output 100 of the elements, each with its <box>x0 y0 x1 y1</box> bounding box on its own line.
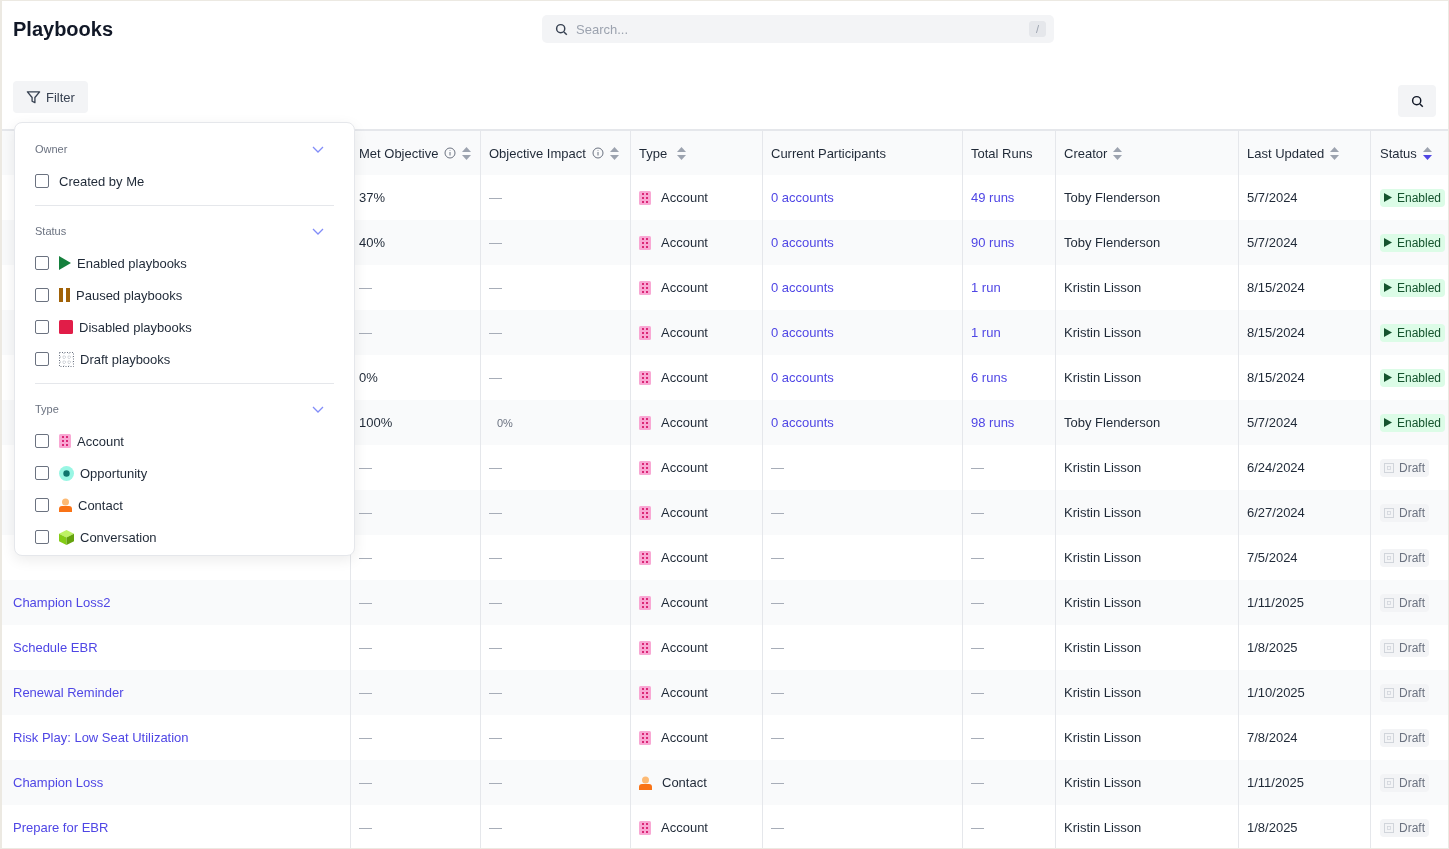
chevron-down-icon[interactable] <box>312 227 324 235</box>
status-badge: Enabled <box>1380 368 1446 387</box>
checkbox[interactable] <box>35 498 49 512</box>
participants-link[interactable]: 0 accounts <box>771 325 834 340</box>
playbook-link[interactable]: Risk Play: Low Seat Utilization <box>13 730 189 745</box>
empty-dash: — <box>359 550 372 565</box>
empty-dash: — <box>489 640 502 655</box>
empty-dash: — <box>489 550 502 565</box>
status-badge: Enabled <box>1380 188 1446 207</box>
status-badge: Draft <box>1380 818 1429 837</box>
participants-link[interactable]: 0 accounts <box>771 280 834 295</box>
participants-link[interactable]: 0 accounts <box>771 235 834 250</box>
updated-date: 5/7/2024 <box>1247 415 1298 430</box>
column-header: Status <box>1380 145 1417 161</box>
checkbox[interactable] <box>35 466 49 480</box>
met-objective-value: 40% <box>359 235 386 250</box>
type-label: Account <box>661 505 708 520</box>
creator-name: Kristin Lisson <box>1064 595 1142 610</box>
empty-dash: — <box>489 685 502 700</box>
met-objective-value: 100% <box>359 415 393 430</box>
playbook-link[interactable]: Renewal Reminder <box>13 685 124 700</box>
building-icon <box>639 370 651 385</box>
option-label: Disabled playbooks <box>79 319 192 335</box>
playbook-link[interactable]: Schedule EBR <box>13 640 98 655</box>
building-icon <box>639 820 651 835</box>
sort-descending-icon[interactable] <box>1422 146 1432 160</box>
building-icon <box>639 460 651 475</box>
search-button[interactable] <box>1398 85 1436 117</box>
option-label: Paused playbooks <box>76 287 183 303</box>
checkbox[interactable] <box>35 320 49 334</box>
status-badge: Draft <box>1380 593 1429 612</box>
empty-dash: — <box>971 820 984 835</box>
empty-dash: — <box>771 730 784 745</box>
option-label: Account <box>77 433 124 449</box>
building-icon <box>639 280 651 295</box>
runs-link[interactable]: 49 runs <box>971 190 1015 205</box>
participants-link[interactable]: 0 accounts <box>771 190 834 205</box>
creator-name: Toby Flenderson <box>1064 235 1161 250</box>
empty-dash: — <box>771 640 784 655</box>
type-label: Account <box>661 460 708 475</box>
updated-date: 1/10/2025 <box>1247 685 1305 700</box>
runs-link[interactable]: 6 runs <box>971 370 1008 385</box>
empty-dash: — <box>971 685 984 700</box>
type-label: Account <box>661 280 708 295</box>
checkbox[interactable] <box>35 530 49 544</box>
chevron-down-icon[interactable] <box>312 405 324 413</box>
stop-icon <box>59 320 73 334</box>
empty-dash: — <box>489 820 502 835</box>
participants-link[interactable]: 0 accounts <box>771 415 834 430</box>
playbook-link[interactable]: Prepare for EBR <box>13 820 109 835</box>
filter-button[interactable]: Filter <box>13 81 88 113</box>
empty-dash: — <box>771 460 784 475</box>
updated-date: 8/15/2024 <box>1247 370 1305 385</box>
search-icon <box>1410 94 1424 108</box>
person-icon <box>59 498 72 512</box>
column-header: Met Objective <box>359 145 439 161</box>
objective-impact-value: 0% <box>496 416 513 429</box>
search-input[interactable]: Search... <box>574 20 1023 38</box>
empty-dash: — <box>489 460 502 475</box>
empty-dash: — <box>489 595 502 610</box>
option-label: Created by Me <box>59 173 145 189</box>
option-label: Enabled playbooks <box>77 255 187 271</box>
empty-dash: — <box>359 595 372 610</box>
runs-link[interactable]: 1 run <box>971 325 1001 340</box>
empty-dash: — <box>489 505 502 520</box>
status-badge: Draft <box>1380 503 1429 522</box>
met-objective-value: 0% <box>359 370 378 385</box>
search-icon <box>555 22 568 36</box>
dotted-square-icon <box>59 351 74 367</box>
section-label: Type <box>35 403 59 415</box>
building-icon <box>639 235 651 250</box>
checkbox[interactable] <box>35 352 49 366</box>
type-label: Account <box>661 190 708 205</box>
checkbox[interactable] <box>35 434 49 448</box>
updated-date: 6/24/2024 <box>1247 460 1305 475</box>
building-icon <box>639 505 651 520</box>
playbook-link[interactable]: Champion Loss <box>13 775 104 790</box>
empty-dash: — <box>971 595 984 610</box>
status-badge: Draft <box>1380 638 1429 657</box>
status-badge: Enabled <box>1380 413 1446 432</box>
chevron-down-icon[interactable] <box>312 145 324 153</box>
runs-link[interactable]: 1 run <box>971 280 1001 295</box>
checkbox[interactable] <box>35 256 49 270</box>
building-icon <box>639 730 651 745</box>
playbook-link[interactable]: Champion Loss2 <box>13 595 111 610</box>
type-label: Account <box>661 730 708 745</box>
creator-name: Kristin Lisson <box>1064 550 1142 565</box>
runs-link[interactable]: 90 runs <box>971 235 1015 250</box>
empty-dash: — <box>771 505 784 520</box>
checkbox[interactable] <box>35 174 49 188</box>
type-label: Account <box>661 685 708 700</box>
updated-date: 7/5/2024 <box>1247 550 1298 565</box>
runs-link[interactable]: 98 runs <box>971 415 1015 430</box>
option-label: Contact <box>78 497 123 513</box>
updated-date: 8/15/2024 <box>1247 325 1305 340</box>
checkbox[interactable] <box>35 288 49 302</box>
shortcut-key: / <box>1028 21 1046 37</box>
type-label: Contact <box>662 775 707 790</box>
participants-link[interactable]: 0 accounts <box>771 370 834 385</box>
empty-dash: — <box>971 550 984 565</box>
